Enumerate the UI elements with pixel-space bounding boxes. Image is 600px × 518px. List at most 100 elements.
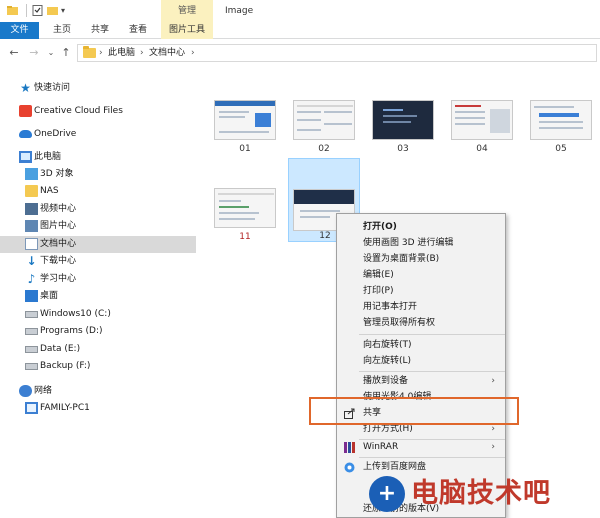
menu-item-label: 设置为桌面背景(B) [363, 254, 440, 264]
image-thumbnail [214, 188, 276, 228]
navigation-pane: ★ 快速访问 Creative Cloud Files OneDrive 此电脑… [0, 70, 196, 518]
sidebar-item-drive-d[interactable]: Programs (D:) [0, 323, 196, 340]
music-icon: ♪ [27, 272, 36, 286]
breadcrumb-this-pc[interactable]: 此电脑 [108, 45, 135, 61]
video-folder-icon [25, 203, 38, 215]
tab-home[interactable]: 主页 [46, 22, 78, 39]
ribbon-tabs: 文件 主页 共享 查看 图片工具 [0, 22, 600, 39]
menu-item-label: 编辑(E) [363, 270, 394, 280]
sidebar-item-label: 学习中心 [40, 274, 77, 284]
documents-folder-icon [25, 238, 38, 250]
sidebar-item-3d-objects[interactable]: 3D 对象 [0, 166, 196, 183]
onedrive-cloud-icon [19, 130, 32, 138]
watermark-text: 电脑技术吧 [411, 478, 551, 509]
sidebar-item-music[interactable]: ♪ 学习中心 [0, 271, 196, 288]
menu-item-set-wallpaper[interactable]: 设置为桌面背景(B) [337, 251, 505, 267]
sidebar-item-desktop[interactable]: 桌面 [0, 288, 196, 305]
drive-icon [25, 346, 38, 353]
tab-file[interactable]: 文件 [0, 22, 39, 39]
file-name: 03 [397, 144, 409, 154]
new-folder-icon[interactable] [47, 5, 58, 16]
title-bar: ▾ 管理 Image [0, 0, 600, 22]
sidebar-item-videos[interactable]: 视频中心 [0, 201, 196, 218]
file-item[interactable]: 02 [289, 70, 359, 154]
sidebar-item-label: 快速访问 [34, 83, 71, 93]
image-thumbnail [451, 100, 513, 140]
sidebar-item-label: 下载中心 [40, 256, 77, 266]
file-name: 04 [476, 144, 488, 154]
tab-view[interactable]: 查看 [122, 22, 154, 39]
sidebar-item-drive-f[interactable]: Backup (F:) [0, 358, 196, 375]
menu-separator [359, 371, 505, 372]
tab-picture-tools[interactable]: 图片工具 [161, 22, 213, 39]
menu-item-edit-paint3d[interactable]: 使用画图 3D 进行编辑 [337, 235, 505, 251]
sidebar-item-label: FAMILY-PC1 [40, 403, 90, 413]
breadcrumb-separator-icon[interactable]: › [140, 45, 144, 61]
star-icon: ★ [20, 81, 31, 95]
sidebar-item-quick-access[interactable]: ★ 快速访问 [0, 80, 196, 97]
drive-icon [25, 363, 38, 370]
menu-item-cast-to-device[interactable]: 播放到设备 › [337, 373, 505, 389]
plus-icon: + [377, 481, 397, 506]
sidebar-item-documents[interactable]: 文档中心 [0, 236, 196, 253]
tab-share[interactable]: 共享 [84, 22, 116, 39]
sidebar-item-label: Data (E:) [40, 344, 81, 354]
menu-item-open-notepad[interactable]: 用记事本打开 [337, 299, 505, 315]
share-highlight-box [309, 397, 519, 425]
file-item[interactable]: 01 [210, 70, 280, 154]
menu-item-rotate-right[interactable]: 向右旋转(T) [337, 337, 505, 353]
menu-item-edit[interactable]: 编辑(E) [337, 267, 505, 283]
sidebar-item-label: 图片中心 [40, 221, 77, 231]
properties-icon[interactable] [32, 5, 43, 16]
breadcrumb-documents-center[interactable]: 文档中心 [149, 45, 185, 61]
file-name: 02 [318, 144, 330, 154]
breadcrumb-separator-icon[interactable]: › [99, 45, 103, 61]
menu-item-label: 用记事本打开 [363, 302, 418, 312]
baidu-netdisk-icon [344, 462, 355, 473]
sidebar-item-label: 3D 对象 [40, 169, 74, 179]
sidebar-item-label: 网络 [34, 386, 53, 396]
file-name: 11 [239, 232, 251, 242]
menu-item-winrar[interactable]: WinRAR › [337, 439, 505, 455]
sidebar-item-onedrive[interactable]: OneDrive [0, 126, 196, 143]
menu-item-label: 向左旋转(L) [363, 356, 412, 366]
file-item[interactable]: 03 [368, 70, 438, 154]
menu-item-take-ownership[interactable]: 管理员取得所有权 [337, 315, 505, 331]
drive-icon [25, 311, 38, 318]
drive-icon [25, 328, 38, 335]
menu-item-label: 播放到设备 [363, 376, 409, 386]
sidebar-item-nas[interactable]: NAS [0, 183, 196, 200]
sidebar-item-this-pc[interactable]: 此电脑 [0, 149, 196, 166]
monitor-icon [25, 402, 38, 414]
image-thumbnail [372, 100, 434, 140]
image-thumbnail [530, 100, 592, 140]
recent-locations-chevron-icon[interactable]: ⌄ [45, 46, 57, 59]
menu-item-open[interactable]: 打开(O) [337, 219, 505, 235]
download-icon: ↓ [26, 254, 37, 268]
chevron-down-icon[interactable]: ▾ [61, 5, 72, 16]
sidebar-item-network[interactable]: 网络 [0, 383, 196, 400]
file-item[interactable]: 11 [210, 158, 280, 242]
sidebar-item-label: NAS [40, 186, 59, 196]
forward-arrow-icon[interactable]: → [28, 46, 40, 59]
sidebar-item-family-pc1[interactable]: FAMILY-PC1 [0, 400, 196, 417]
back-arrow-icon[interactable]: ← [8, 46, 20, 59]
breadcrumb-separator-icon[interactable]: › [191, 45, 195, 61]
sidebar-item-drive-c[interactable]: Windows10 (C:) [0, 306, 196, 323]
sidebar-item-creative-cloud[interactable]: Creative Cloud Files [0, 103, 196, 120]
sidebar-item-drive-e[interactable]: Data (E:) [0, 341, 196, 358]
network-icon [19, 385, 32, 397]
menu-item-print[interactable]: 打印(P) [337, 283, 505, 299]
menu-item-rotate-left[interactable]: 向左旋转(L) [337, 353, 505, 369]
sidebar-item-label: Windows10 (C:) [40, 309, 111, 319]
sidebar-item-pictures[interactable]: 图片中心 [0, 218, 196, 235]
file-item[interactable]: 05 [526, 70, 596, 154]
sidebar-item-label: Programs (D:) [40, 326, 103, 336]
up-arrow-icon[interactable]: ↑ [60, 46, 72, 59]
address-bar[interactable]: › 此电脑 › 文档中心 › [77, 44, 597, 62]
file-item[interactable]: 04 [447, 70, 517, 154]
sidebar-item-downloads[interactable]: ↓ 下载中心 [0, 253, 196, 270]
menu-item-label: WinRAR [363, 442, 399, 452]
file-name: 05 [555, 144, 567, 154]
sidebar-item-label: OneDrive [34, 129, 77, 139]
